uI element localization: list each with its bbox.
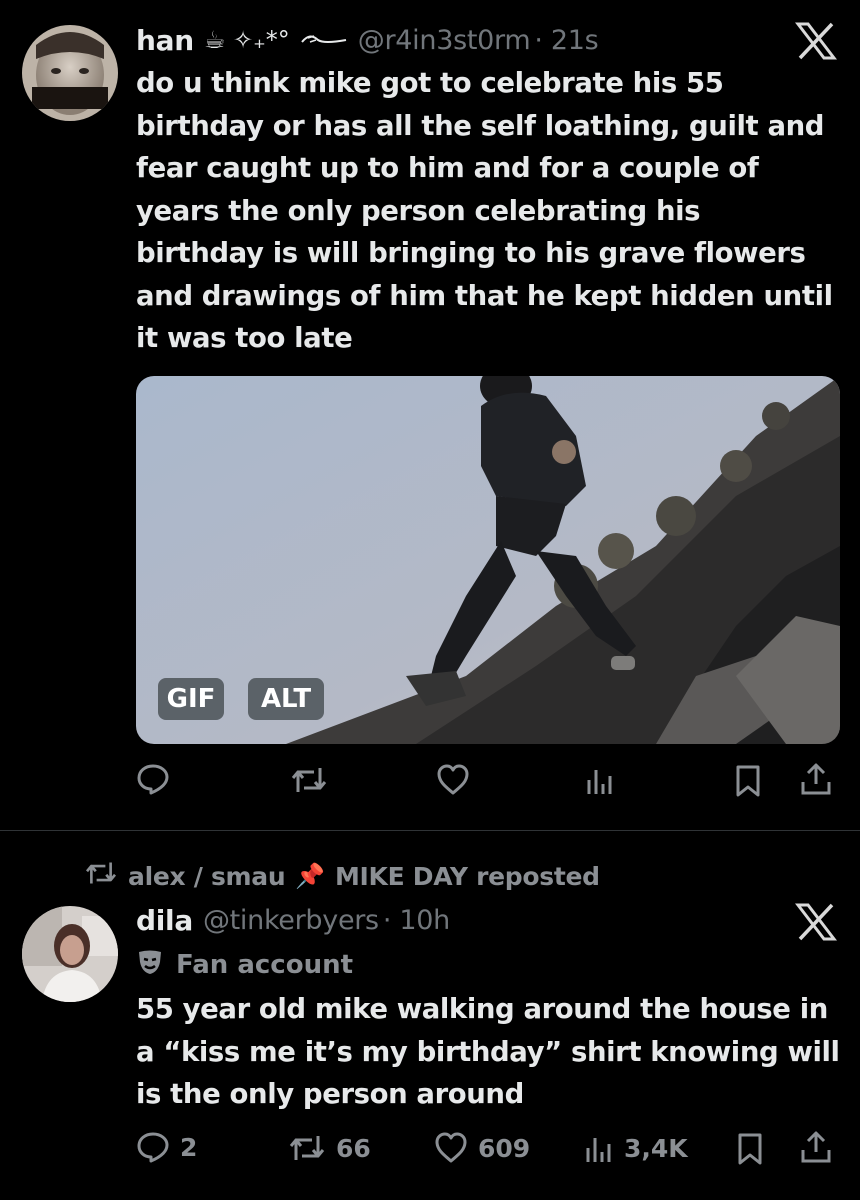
reposted-label: MIKE DAY reposted — [334, 861, 600, 891]
bookmark-icon — [736, 1132, 764, 1166]
reply-button[interactable] — [136, 762, 170, 796]
reply-icon — [136, 762, 170, 796]
like-button[interactable] — [436, 764, 470, 796]
avatar-han[interactable] — [22, 25, 118, 121]
tweet-header: dila @tinkerbyers · 10h — [136, 900, 450, 940]
wave-decoration-icon — [300, 28, 348, 52]
views-button[interactable]: 3,4K — [584, 1132, 688, 1164]
like-icon — [434, 1132, 468, 1164]
bookmark-button[interactable] — [734, 764, 762, 798]
timestamp[interactable]: · 21s — [534, 25, 598, 56]
bookmark-button[interactable] — [736, 1132, 764, 1166]
account-label: Fan account — [136, 946, 353, 984]
reposter-name: alex / smau — [128, 861, 286, 891]
repost-button[interactable] — [290, 764, 328, 796]
view-count: 3,4K — [624, 1133, 688, 1163]
x-logo-icon[interactable] — [794, 22, 838, 64]
display-name[interactable]: han — [136, 24, 194, 57]
gif-badge: GIF — [158, 678, 224, 720]
share-icon — [800, 1130, 832, 1164]
tweet-text: 55 year old mike walking around the hous… — [136, 993, 840, 1110]
avatar-dila[interactable] — [22, 906, 118, 1002]
handle[interactable]: @tinkerbyers — [203, 905, 379, 936]
views-icon — [584, 1132, 614, 1164]
views-icon — [585, 764, 615, 796]
like-icon — [436, 764, 470, 796]
name-decoration: ☕ ✧₊*° — [203, 26, 290, 54]
display-name[interactable]: dila — [136, 904, 193, 937]
share-icon — [800, 762, 832, 796]
like-count: 609 — [478, 1133, 531, 1163]
gif-media[interactable]: GIF ALT — [136, 376, 840, 744]
share-button[interactable] — [800, 1130, 832, 1164]
like-button[interactable]: 609 — [434, 1132, 530, 1164]
repost-indicator[interactable]: alex / smau 📌 MIKE DAY reposted — [84, 856, 600, 896]
bookmark-icon — [734, 764, 762, 798]
repost-count: 66 — [336, 1133, 371, 1163]
x-logo-icon[interactable] — [794, 903, 838, 945]
repost-icon — [288, 1132, 326, 1164]
repost-icon — [290, 764, 328, 796]
reply-button[interactable]: 2 — [136, 1130, 197, 1164]
alt-button[interactable]: ALT — [248, 678, 324, 720]
views-button[interactable] — [585, 764, 615, 796]
theater-mask-icon — [136, 948, 164, 983]
timestamp[interactable]: · 10h — [383, 905, 450, 936]
tweet-divider — [0, 830, 860, 831]
handle[interactable]: @r4in3st0rm — [358, 25, 531, 56]
pin-icon: 📌 — [295, 862, 325, 890]
share-button[interactable] — [800, 762, 832, 796]
repost-icon — [84, 859, 118, 893]
tweet-header: han ☕ ✧₊*° @r4in3st0rm · 21s — [136, 20, 599, 60]
reply-icon — [136, 1130, 170, 1164]
reply-count: 2 — [180, 1132, 198, 1162]
repost-button[interactable]: 66 — [288, 1132, 371, 1164]
tweet-text: do u think mike got to celebrate his 55 … — [136, 67, 833, 354]
fan-account-label: Fan account — [176, 950, 354, 980]
